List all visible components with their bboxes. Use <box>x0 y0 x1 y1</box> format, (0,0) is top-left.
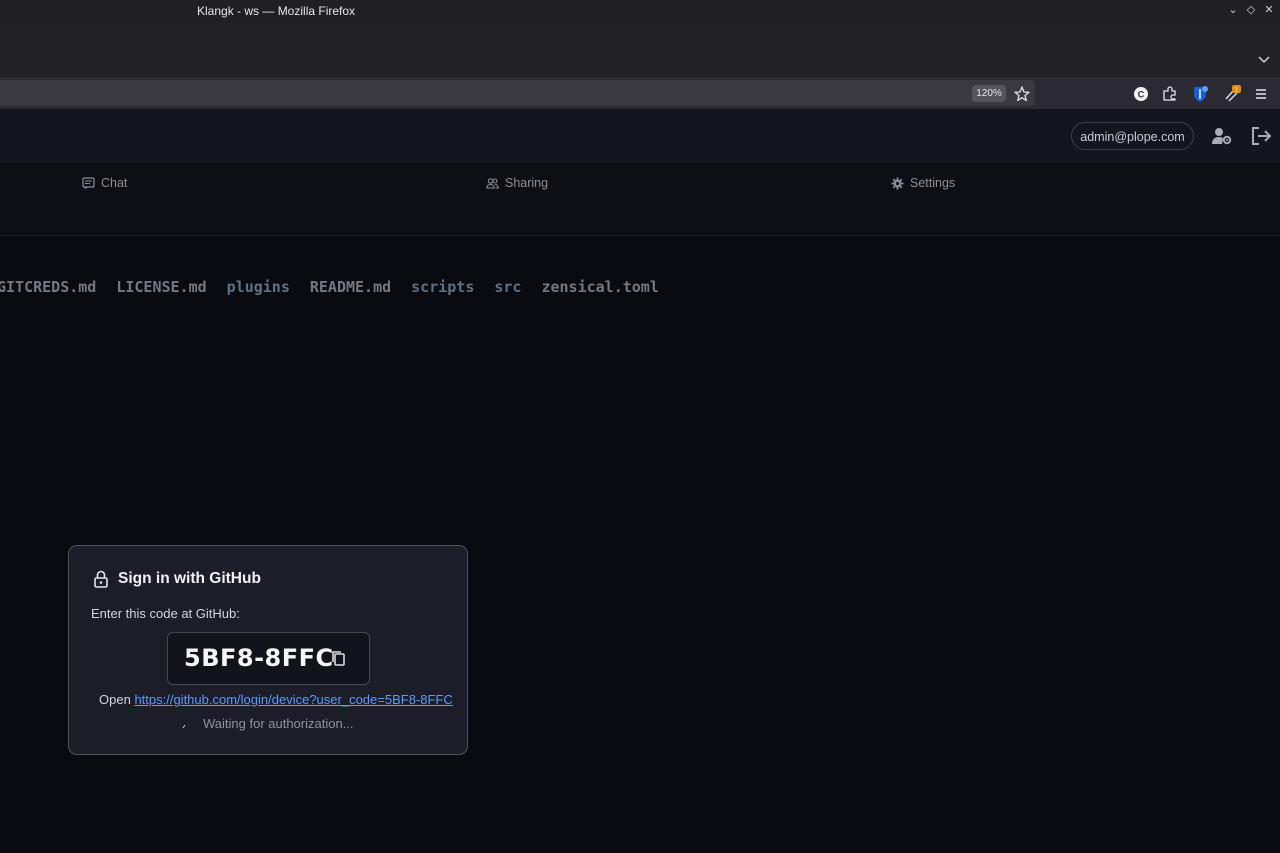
user-settings-icon[interactable] <box>1211 126 1233 146</box>
file-entry[interactable]: GITCREDS.md <box>0 278 96 296</box>
dialog-instruction: Enter this code at GitHub: <box>91 606 240 621</box>
dialog-title: Sign in with GitHub <box>118 570 261 587</box>
dir-entry[interactable]: scripts <box>411 278 474 296</box>
device-code: 5BF8-8FFC <box>184 644 334 672</box>
svg-text:C: C <box>1138 90 1145 100</box>
file-entry[interactable]: zensical.toml <box>541 278 658 296</box>
chat-icon <box>82 176 95 189</box>
tab-sharing-label: Sharing <box>505 176 549 190</box>
user-email-pill[interactable]: admin@plope.com <box>1071 122 1194 150</box>
bookmark-star-icon[interactable] <box>1013 85 1031 103</box>
tab-chat[interactable]: Chat <box>82 175 127 191</box>
browser-tabstrip <box>0 22 1280 78</box>
open-label: Open <box>99 692 131 707</box>
window-title: Klangk - ws — Mozilla Firefox <box>197 4 356 18</box>
copy-icon[interactable] <box>329 649 347 667</box>
dir-entry[interactable]: plugins <box>227 278 290 296</box>
file-list: GITCREDS.md LICENSE.md plugins README.md… <box>0 278 659 296</box>
list-all-tabs-button[interactable] <box>1257 52 1271 66</box>
close-button[interactable]: ✕ <box>1262 3 1276 17</box>
maximize-button[interactable]: ◇ <box>1244 3 1258 17</box>
menu-hamburger-icon[interactable] <box>1252 85 1270 103</box>
chevron-down-icon <box>1258 56 1270 64</box>
authorization-status: Waiting for authorization... <box>203 716 354 731</box>
gear-icon <box>891 177 904 189</box>
github-device-link[interactable]: https://github.com/login/device?user_cod… <box>134 692 452 707</box>
extension-c-icon[interactable]: C <box>1132 85 1150 103</box>
lock-icon <box>93 570 109 588</box>
url-bar[interactable] <box>0 80 1035 106</box>
app-tabs-bar <box>0 163 1280 236</box>
bitwarden-icon[interactable] <box>1191 85 1209 103</box>
tab-sharing[interactable]: Sharing <box>486 175 548 191</box>
file-entry[interactable]: README.md <box>310 278 391 296</box>
minimize-button[interactable]: ⌄ <box>1226 3 1240 17</box>
loading-spinner-icon <box>182 716 187 729</box>
tab-chat-label: Chat <box>101 176 128 190</box>
logout-icon[interactable] <box>1250 126 1272 146</box>
people-icon <box>486 177 499 189</box>
dir-entry[interactable]: src <box>494 278 521 296</box>
puzzle-icon[interactable] <box>1161 85 1179 103</box>
extension-badge-icon[interactable]: 1 <box>1223 85 1241 103</box>
tab-settings[interactable]: Settings <box>891 175 955 191</box>
open-link-row: Open https://github.com/login/device?use… <box>99 692 453 707</box>
file-entry[interactable]: LICENSE.md <box>116 278 206 296</box>
tab-settings-label: Settings <box>910 176 956 190</box>
zoom-level-badge[interactable]: 120% <box>972 85 1006 102</box>
window-titlebar <box>0 0 1280 22</box>
